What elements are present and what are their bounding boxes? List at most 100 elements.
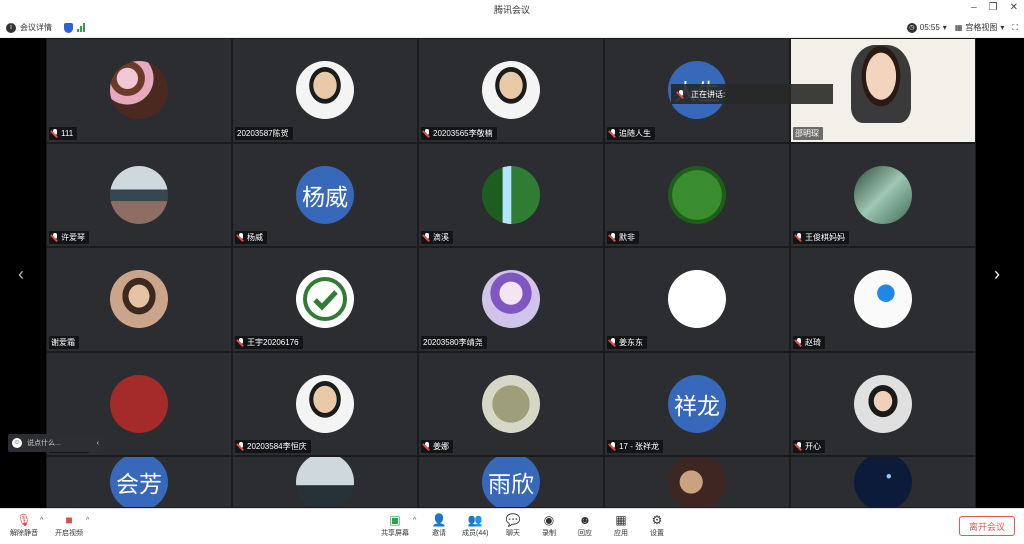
participant-tile[interactable]: 许爱琴: [46, 142, 232, 247]
participant-avatar: [854, 165, 912, 224]
share-screen-button[interactable]: ▣ 共享屏幕: [381, 512, 409, 538]
participant-avatar: [110, 61, 168, 120]
participant-tile[interactable]: 滴溪: [418, 142, 604, 247]
participant-name: 杨威: [247, 233, 263, 242]
participant-nametag: 17 - 张祥龙: [607, 440, 664, 453]
participant-tile[interactable]: 赵琦: [790, 247, 976, 352]
participant-tile[interactable]: 20203587陈贺: [232, 38, 418, 143]
participant-tile[interactable]: [790, 456, 976, 508]
participant-nametag: 姜娜: [421, 440, 453, 453]
participant-tile[interactable]: 姜娜: [418, 351, 604, 456]
settings-button[interactable]: ⚙ 设置: [649, 512, 665, 538]
restore-icon[interactable]: ❐: [989, 2, 998, 13]
participant-tile[interactable]: 雨欣: [418, 456, 604, 508]
network-signal-icon[interactable]: [77, 23, 85, 32]
timer-button[interactable]: ◷ 05:55 ▾: [906, 22, 947, 33]
video-off-icon: ■: [65, 513, 73, 527]
muted-microphone-icon: [51, 233, 59, 242]
participant-tile[interactable]: 谢爱霜: [46, 247, 232, 352]
participant-tile[interactable]: 111: [46, 38, 232, 143]
participant-nametag: 111: [49, 126, 78, 140]
participant-tile[interactable]: 祥龙 17 - 张祥龙: [604, 351, 790, 456]
muted-microphone-icon: [423, 233, 431, 242]
participant-nametag: 邵明琛: [793, 126, 823, 140]
settings-label: 设置: [650, 530, 664, 537]
participant-tile[interactable]: 20203580李靖尧: [418, 247, 604, 352]
chat-input-placeholder[interactable]: 说点什么...: [27, 438, 61, 448]
reactions-button[interactable]: ☻ 回应: [577, 512, 593, 538]
participant-name: 20203580李靖尧: [423, 337, 483, 347]
participant-name: 赵琦: [805, 337, 821, 347]
minimize-icon[interactable]: –: [971, 2, 977, 13]
members-label: 成员(44): [462, 530, 489, 537]
participant-avatar: [296, 374, 354, 433]
participant-avatar: [482, 61, 540, 120]
muted-microphone-icon: [795, 337, 803, 347]
participant-tile[interactable]: 姜东东: [604, 247, 790, 352]
participant-avatar: [296, 457, 354, 507]
participant-tile[interactable]: 默非: [604, 142, 790, 247]
participant-avatar: [296, 270, 354, 329]
participant-nametag: 王俊棋妈妈: [793, 231, 849, 244]
participant-avatar: [296, 61, 354, 120]
participant-nametag: 20203580李靖尧: [421, 335, 487, 349]
participant-video: [851, 45, 911, 123]
top-bar: i 会议详情 ◷ 05:55 ▾ ▦ 宫格视图 ▾ ⛶: [0, 18, 1024, 38]
checkmark-icon: [303, 277, 347, 322]
participant-tile[interactable]: 王宇20206176: [232, 247, 418, 352]
video-options-chevron-icon[interactable]: ^: [86, 517, 89, 524]
invite-button[interactable]: 👤 邀请: [431, 512, 447, 538]
smiley-icon[interactable]: ☺: [12, 438, 22, 448]
participant-tile[interactable]: [232, 456, 418, 508]
speaking-label: 正在讲话:: [691, 89, 726, 99]
leave-meeting-button[interactable]: 离开会议: [959, 516, 1015, 536]
participant-tile[interactable]: 会芳: [46, 456, 232, 508]
fullscreen-icon[interactable]: ⛶: [1012, 23, 1018, 33]
gear-icon: ⚙: [651, 513, 663, 527]
info-icon[interactable]: i: [6, 22, 16, 33]
chat-bubble-icon: 💬: [505, 513, 521, 527]
close-icon[interactable]: ✕: [1010, 2, 1018, 13]
security-shield-icon[interactable]: [64, 22, 73, 33]
previous-page-arrow-icon[interactable]: ‹: [18, 264, 24, 285]
meeting-timer: 05:55: [919, 23, 940, 32]
participant-name: 追随人生: [619, 128, 651, 138]
video-stage: ‹ › 11120203587陈贺20203565李敬楠人生追随人生邵明琛许爱琴…: [0, 38, 1024, 508]
chat-label: 聊天: [506, 530, 520, 537]
participant-avatar: [482, 374, 540, 433]
participant-text-avatar: 杨威: [296, 165, 354, 224]
quick-chat-bar[interactable]: ☺ 说点什么... ‹: [8, 434, 105, 452]
participant-tile[interactable]: 杨威 杨威: [232, 142, 418, 247]
chevron-down-icon: ▾: [942, 23, 947, 32]
muted-microphone-icon: [237, 442, 245, 451]
muted-microphone-icon: [609, 128, 617, 138]
apps-label: 应用: [614, 530, 628, 537]
start-video-button[interactable]: ■ 开启视频: [55, 512, 83, 538]
meeting-info-button[interactable]: 会议详情: [20, 22, 52, 33]
participant-avatar: [110, 165, 168, 224]
members-button[interactable]: 👥 成员(44): [462, 512, 488, 538]
apps-button[interactable]: ▦ 应用: [613, 512, 629, 538]
bottom-toolbar: 🎙 解除静音 ^ ■ 开启视频 ^ ▣ 共享屏幕 ^ 👤 邀请 👥 成员(44)…: [0, 508, 1024, 544]
participant-avatar: [854, 270, 912, 329]
unmute-button[interactable]: 🎙 解除静音: [10, 512, 38, 538]
record-button[interactable]: ◉ 录制: [541, 512, 557, 538]
audio-options-chevron-icon[interactable]: ^: [40, 517, 43, 524]
participant-tile[interactable]: 20203584李恒庆: [232, 351, 418, 456]
participant-avatar: [668, 457, 726, 507]
participant-tile[interactable]: [604, 456, 790, 508]
reaction-icon: ☻: [578, 513, 592, 527]
collapse-chevron-icon[interactable]: ‹: [97, 440, 99, 447]
participant-tile[interactable]: 20203565李敬楠: [418, 38, 604, 143]
participant-name: 默非: [619, 233, 635, 242]
participant-tile[interactable]: 王俊棋妈妈: [790, 142, 976, 247]
share-options-chevron-icon[interactable]: ^: [413, 517, 416, 524]
microphone-icon: [677, 89, 685, 99]
participant-tile[interactable]: 开心: [790, 351, 976, 456]
chat-button[interactable]: 💬 聊天: [505, 512, 521, 538]
next-page-arrow-icon[interactable]: ›: [994, 264, 1000, 285]
participant-name: 王宇20206176: [247, 337, 299, 347]
muted-microphone-icon: [609, 337, 617, 347]
view-mode-button[interactable]: ▦ 宫格视图 ▾: [955, 22, 1005, 33]
muted-microphone-icon: [795, 233, 803, 242]
